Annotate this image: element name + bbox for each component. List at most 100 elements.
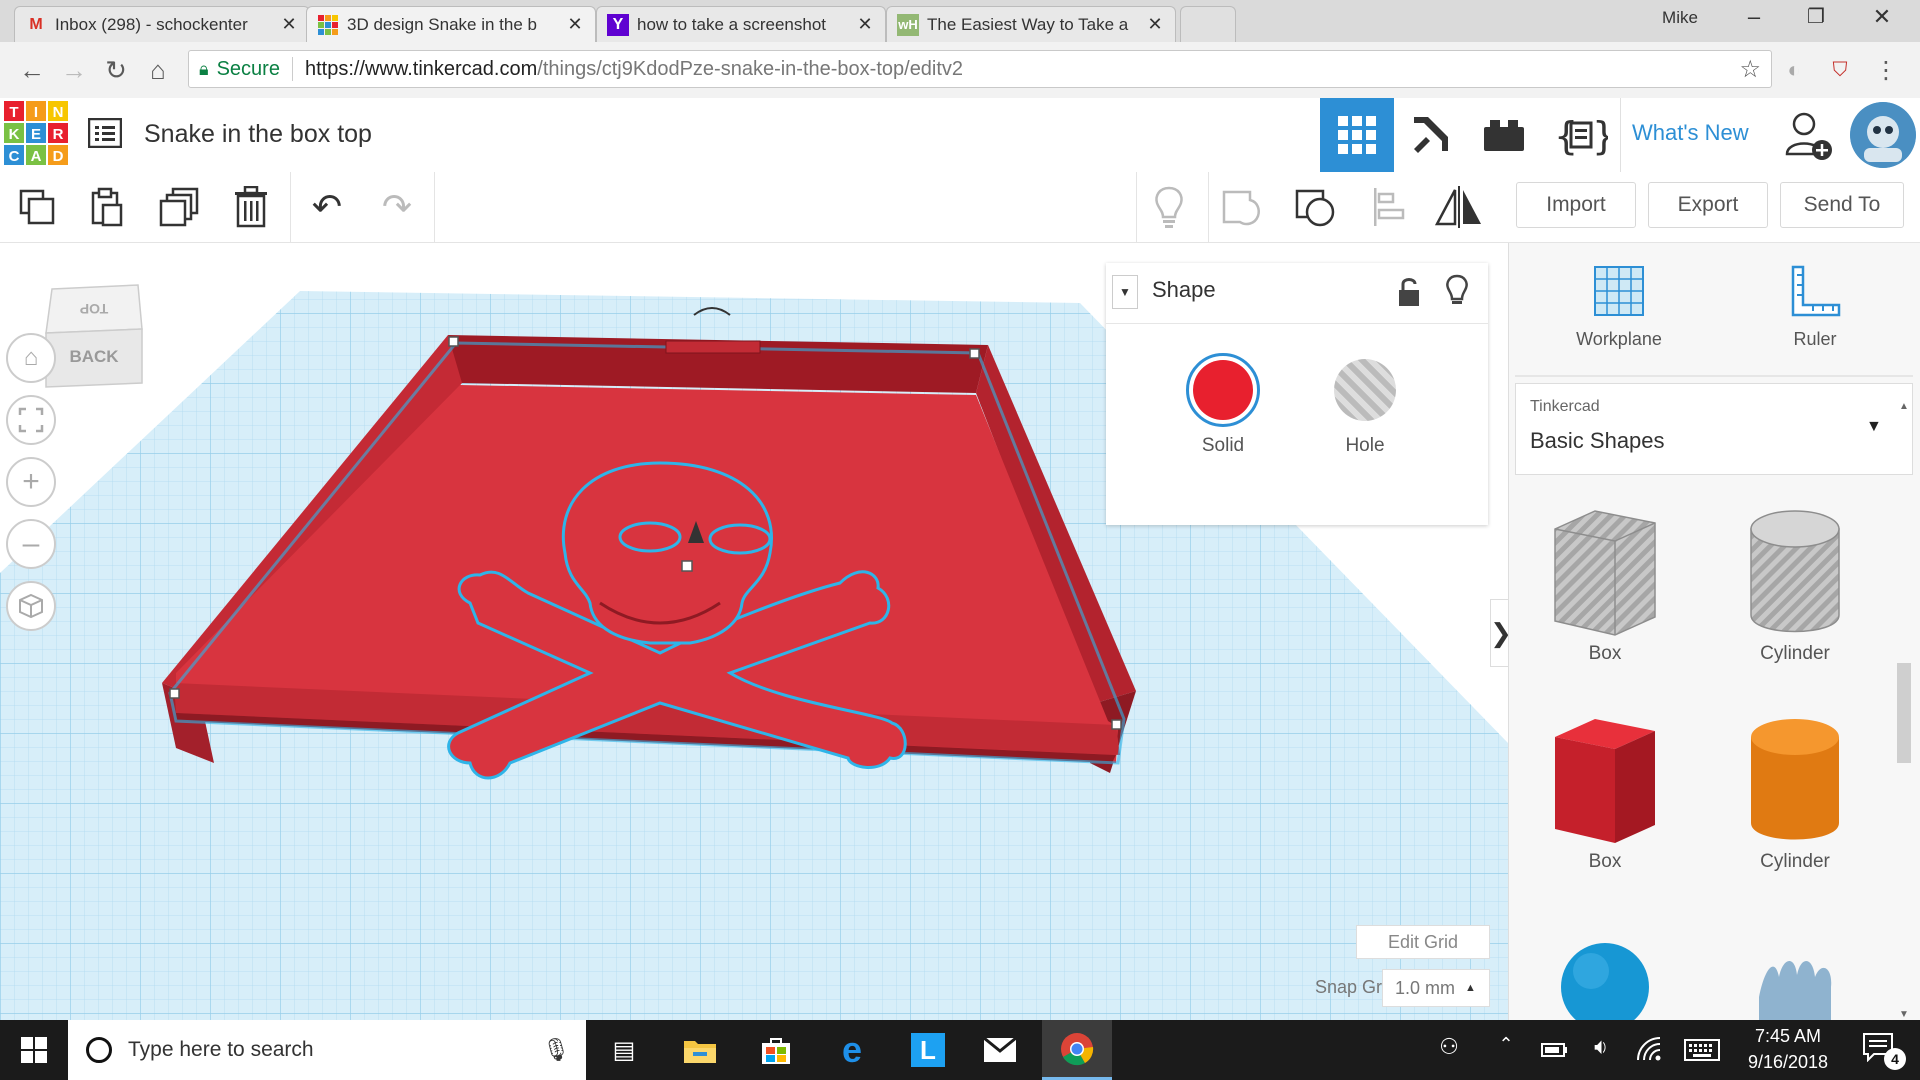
task-view-icon[interactable]: ▤: [594, 1020, 654, 1080]
menu-dots-icon[interactable]: ⋮: [1868, 52, 1904, 88]
tab-gmail[interactable]: M Inbox (298) - schockenter ✕: [14, 6, 310, 42]
undo-button[interactable]: ↶: [302, 182, 352, 232]
minecraft-pickaxe-button[interactable]: [1400, 108, 1460, 162]
address-bar[interactable]: 🔒︎ Secure https://www.tinkercad.com/thin…: [188, 50, 1772, 88]
tab-tinkercad[interactable]: 3D design Snake in the b ✕: [306, 6, 596, 42]
close-icon[interactable]: ✕: [855, 14, 875, 35]
group-button[interactable]: [1216, 182, 1266, 232]
mirror-button[interactable]: [1434, 182, 1484, 232]
home-icon[interactable]: ⌂: [140, 52, 176, 88]
hole-label[interactable]: Hole: [1308, 435, 1422, 459]
back-arrow-icon[interactable]: ←: [14, 52, 50, 88]
close-icon[interactable]: ✕: [565, 14, 585, 35]
battery-icon[interactable]: [1540, 1036, 1570, 1064]
reload-icon[interactable]: ↻: [98, 52, 134, 88]
shape-sphere[interactable]: [1515, 927, 1695, 1020]
action-center-button[interactable]: 4: [1862, 1032, 1906, 1070]
view-cube[interactable]: TOP BACK: [42, 283, 146, 393]
restore-icon[interactable]: ❐: [1792, 4, 1840, 38]
shape-cylinder-hole[interactable]: Cylinder: [1705, 507, 1885, 665]
microphone-icon[interactable]: 🎙︎: [542, 1037, 570, 1063]
3d-view-grid-button[interactable]: [1320, 98, 1394, 172]
tab-yahoo[interactable]: Y how to take a screenshot ✕: [596, 6, 886, 42]
edge-browser-icon[interactable]: e: [822, 1020, 882, 1080]
shape-scribble[interactable]: [1705, 927, 1885, 1020]
duplicate-button[interactable]: [154, 182, 204, 232]
zoom-out-button[interactable]: –: [6, 519, 56, 569]
tab-wikihow[interactable]: wH The Easiest Way to Take a ✕: [886, 6, 1176, 42]
file-explorer-icon[interactable]: [670, 1020, 730, 1080]
redo-button[interactable]: ↷: [372, 182, 422, 232]
chevron-up-icon[interactable]: ⌃: [1494, 1034, 1518, 1066]
store-icon[interactable]: [746, 1020, 806, 1080]
lightbulb-icon[interactable]: [1442, 273, 1472, 309]
ruler-icon[interactable]: [1785, 263, 1845, 323]
mail-icon[interactable]: [970, 1020, 1030, 1080]
export-button[interactable]: Export: [1648, 182, 1768, 228]
panel-toggle-chevron-icon[interactable]: ❯: [1490, 599, 1508, 667]
scrollbar-thumb[interactable]: [1897, 663, 1911, 763]
design-title[interactable]: Snake in the box top: [144, 120, 644, 152]
windows-start-icon[interactable]: [4, 1020, 64, 1080]
scroll-up-icon[interactable]: ▲: [1899, 401, 1909, 412]
taskbar-search-box[interactable]: Type here to search 🎙︎: [68, 1020, 586, 1080]
volume-icon[interactable]: 🔉︎: [1586, 1034, 1616, 1066]
codeblocks-button[interactable]: {}: [1548, 108, 1614, 162]
paste-button[interactable]: [82, 182, 132, 232]
ruler-label[interactable]: Ruler: [1755, 329, 1875, 353]
whats-new-link[interactable]: What's New: [1632, 120, 1768, 150]
zoom-in-button[interactable]: +: [6, 457, 56, 507]
solid-label[interactable]: Solid: [1166, 435, 1280, 459]
hole-option[interactable]: [1334, 359, 1396, 421]
workplane-icon[interactable]: [1589, 263, 1649, 323]
design-list-icon[interactable]: [87, 117, 123, 149]
ungroup-button[interactable]: [1290, 182, 1340, 232]
window-close-icon[interactable]: ✕: [1858, 4, 1906, 38]
edit-grid-button[interactable]: Edit Grid: [1356, 925, 1490, 959]
fit-view-button[interactable]: [6, 395, 56, 445]
perspective-toggle-button[interactable]: [6, 581, 56, 631]
send-to-button[interactable]: Send To: [1780, 182, 1904, 228]
home-view-button[interactable]: ⌂: [6, 333, 56, 383]
profile-name[interactable]: Mike: [1640, 8, 1720, 32]
chrome-taskbar-icon[interactable]: [1042, 1020, 1112, 1080]
taskbar-time[interactable]: 7:45 AM: [1730, 1026, 1846, 1048]
collapse-chevron-icon[interactable]: ▼: [1112, 275, 1138, 309]
keyboard-icon[interactable]: [1684, 1036, 1720, 1064]
snap-grid-select[interactable]: 1.0 mm ▲: [1382, 969, 1490, 1007]
taskbar-date[interactable]: 9/16/2018: [1730, 1052, 1846, 1074]
pocket-icon[interactable]: ⛉: [1822, 52, 1858, 88]
shape-box-solid[interactable]: Box: [1515, 715, 1695, 873]
close-icon[interactable]: ✕: [1145, 14, 1165, 35]
3d-workplane-canvas[interactable]: TOP BACK ⌂ + – ▼ Shape Solid Hole ❯ Edit…: [0, 243, 1508, 1020]
wifi-icon[interactable]: [1634, 1034, 1664, 1066]
add-user-icon[interactable]: [1784, 110, 1834, 162]
resize-handle[interactable]: [448, 336, 459, 347]
shape-list-scrollbar[interactable]: ▲ ▼: [1891, 395, 1917, 1020]
view-cube-front-label[interactable]: BACK: [52, 347, 136, 367]
lego-bricks-button[interactable]: [1474, 108, 1534, 162]
copy-button[interactable]: [12, 182, 62, 232]
tinkercad-logo[interactable]: TIN KER CAD: [4, 101, 68, 165]
shape-library-select[interactable]: Tinkercad Basic Shapes ▼: [1515, 383, 1913, 475]
app-l-icon[interactable]: L: [898, 1020, 958, 1080]
resize-handle[interactable]: [969, 348, 980, 359]
import-button[interactable]: Import: [1516, 182, 1636, 228]
solid-option[interactable]: [1186, 353, 1260, 427]
align-button[interactable]: [1364, 182, 1414, 232]
user-avatar[interactable]: [1850, 102, 1916, 168]
lock-icon[interactable]: [1394, 275, 1424, 309]
shape-cylinder-solid[interactable]: Cylinder: [1705, 715, 1885, 873]
close-icon[interactable]: ✕: [279, 14, 299, 35]
scroll-down-icon[interactable]: ▼: [1899, 1009, 1909, 1020]
resize-handle[interactable]: [169, 688, 180, 699]
delete-button[interactable]: [226, 182, 276, 232]
shape-box-hole[interactable]: Box: [1515, 507, 1695, 665]
star-icon[interactable]: ☆: [1739, 55, 1761, 84]
resize-handle[interactable]: [1111, 719, 1122, 730]
minimize-icon[interactable]: –: [1730, 4, 1778, 38]
workplane-label[interactable]: Workplane: [1559, 329, 1679, 353]
forward-arrow-icon[interactable]: →: [56, 52, 92, 88]
people-icon[interactable]: ⚇: [1432, 1034, 1466, 1066]
notes-light-button[interactable]: [1144, 182, 1194, 232]
